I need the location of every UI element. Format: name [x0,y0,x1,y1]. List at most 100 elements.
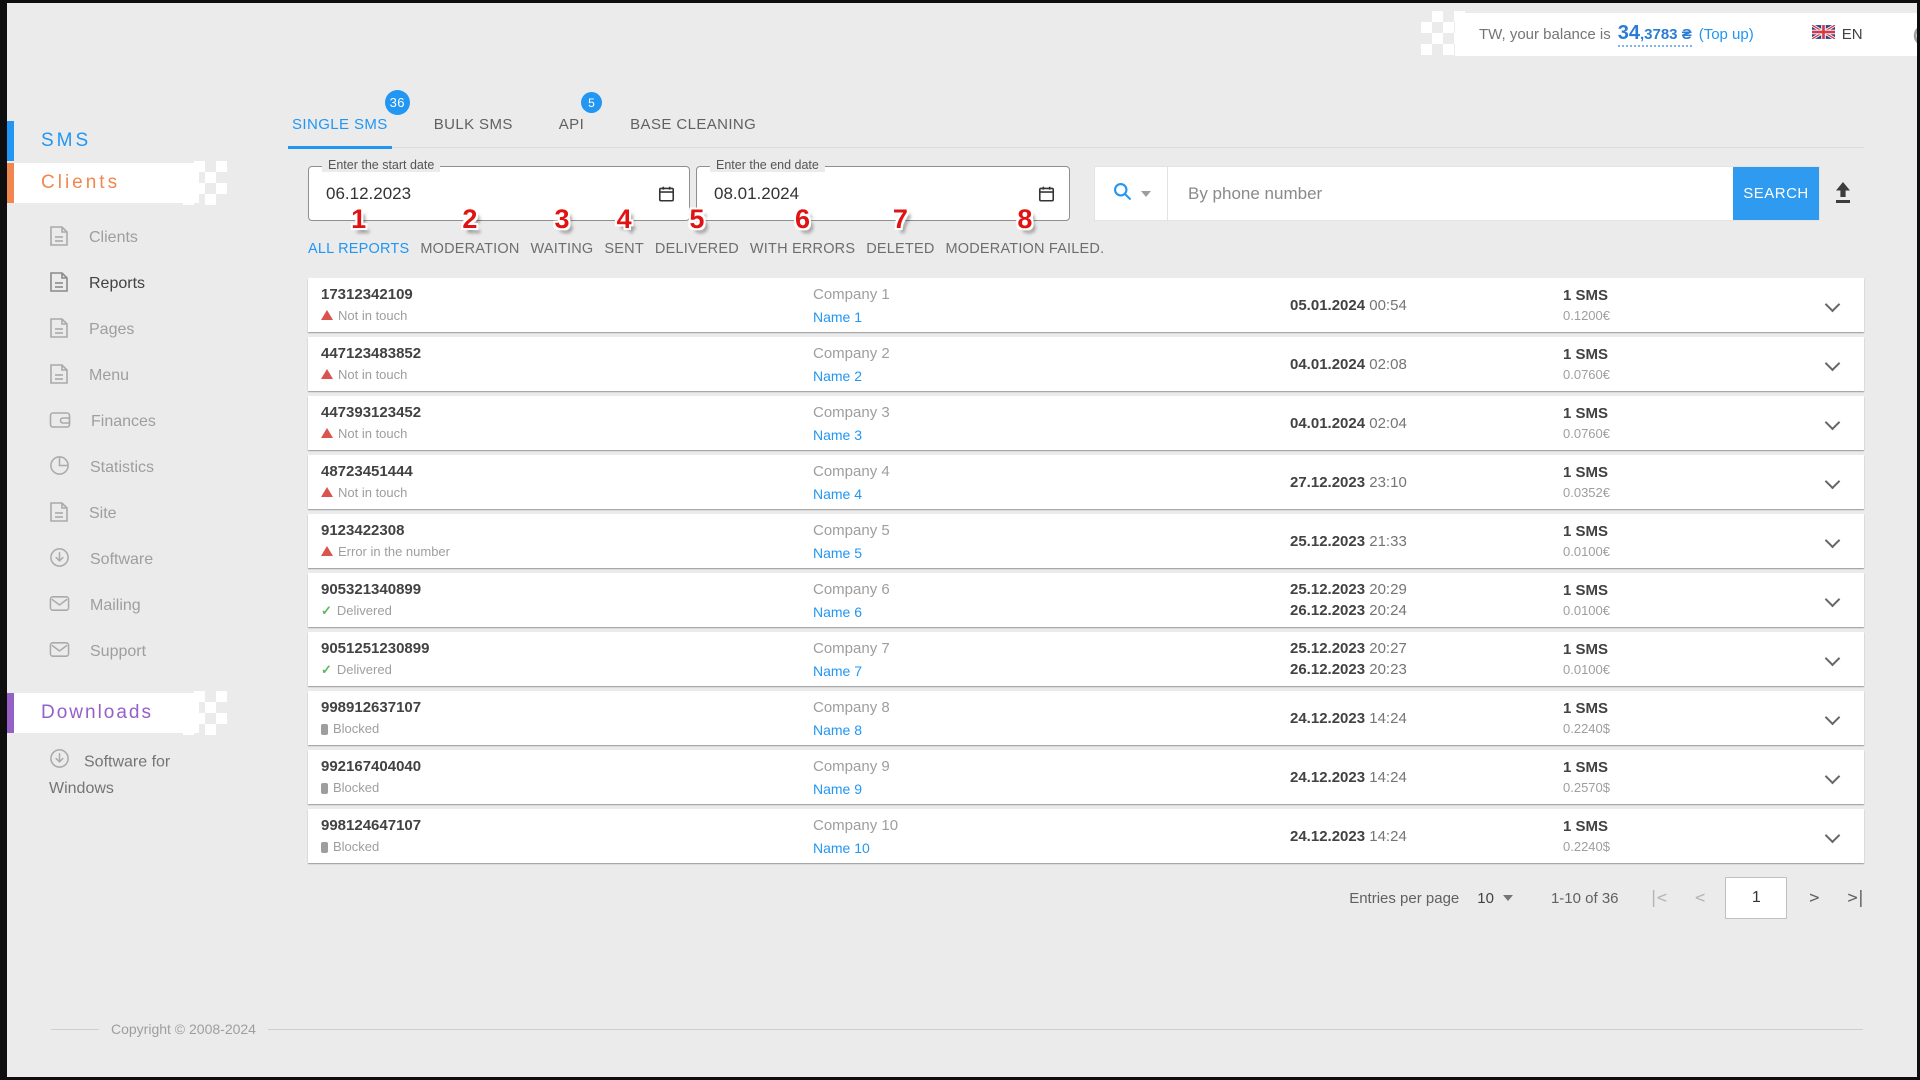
sms-count: 1 SMS [1563,346,1609,363]
sms-price: 0.0100€ [1563,662,1610,677]
expand-row-icon[interactable] [1824,473,1841,490]
sender-name-link[interactable]: Name 5 [813,543,862,563]
sidebar-item-finances[interactable]: Finances [7,399,302,445]
sender-name-link[interactable]: Name 1 [813,307,862,327]
tab-badge-count: 5 [581,92,603,113]
previous-page-button[interactable]: < [1695,888,1705,908]
time: 21:33 [1369,532,1407,550]
company-name: Company 4 [813,463,890,480]
document-icon [49,363,69,390]
logout-power-button[interactable] [1911,21,1917,48]
filter-link[interactable]: MODERATION FAILED. [946,241,1105,257]
sidebar-item-support[interactable]: Support [7,629,302,675]
per-page-dropdown[interactable]: 10 [1477,890,1513,907]
search-type-dropdown[interactable] [1095,167,1168,220]
table-row: 992167404040 Blocked Company 9 Name 9 24… [308,750,1864,804]
sidebar-item-software[interactable]: Software [7,537,302,583]
status-text: Not in touch [338,367,408,382]
sender-name-link[interactable]: Name 3 [813,425,862,445]
tab-bar: SINGLE SMS 36 BULK SMS API 5 BASE CLEANI… [288,90,758,149]
tab-base-cleaning[interactable]: BASE CLEANING [628,101,758,148]
tab-api[interactable]: API 5 [557,92,603,148]
sidebar-item-software-for-windows[interactable]: Software for Windows [7,748,207,801]
download-circle-icon [49,547,70,573]
filter-link[interactable]: WAITING [531,241,594,257]
filter-link[interactable]: DELETED [866,241,934,257]
tab-badge-count: 36 [384,90,410,115]
expand-row-icon[interactable] [1824,827,1841,844]
language-label: EN [1841,26,1863,43]
filter-link[interactable]: MODERATION [420,241,519,257]
status-text: Blocked [333,721,380,736]
warning-icon [321,546,333,556]
topbar: TW, your balance is 34,3783 ₴ (Top up) E… [1455,13,1917,56]
sidebar-item-statistics[interactable]: Statistics [7,445,302,491]
language-selector[interactable]: EN [1810,23,1863,44]
sidebar-section-sms[interactable]: SMS [7,121,207,161]
expand-row-icon[interactable] [1824,768,1841,785]
entries-per-page-label: Entries per page [1349,889,1460,907]
company-name: Company 9 [813,758,890,775]
sms-count: 1 SMS [1563,405,1609,422]
sender-name-link[interactable]: Name 9 [813,779,862,799]
sidebar-item-pages[interactable]: Pages [7,307,302,353]
expand-row-icon[interactable] [1824,296,1841,313]
next-page-button[interactable]: > [1809,888,1819,908]
search-icon [1112,181,1133,207]
last-page-button[interactable]: >| [1848,888,1867,908]
expand-row-icon[interactable] [1824,591,1841,608]
sidebar-item-clients[interactable]: Clients [7,215,302,261]
wallet-icon [49,410,71,435]
sender-name-link[interactable]: Name 4 [813,484,862,504]
app-background: TW, your balance is 34,3783 ₴ (Top up) E… [7,3,1917,1077]
filter-link[interactable]: SENT [604,241,643,257]
filter-link[interactable]: DELIVERED [655,241,739,257]
tab-label: API [558,116,585,133]
company-name: Company 2 [813,345,890,362]
balance-link[interactable]: 34,3783 ₴ [1617,22,1692,47]
sidebar-section-clients[interactable]: Clients [7,163,207,203]
document-icon [49,317,69,344]
tab-label: SINGLE SMS [292,116,388,133]
check-icon: ✓ [321,662,332,677]
sender-name-link[interactable]: Name 10 [813,838,870,858]
current-page-input[interactable] [1725,877,1788,919]
date: 24.12.2023 [1290,827,1366,845]
expand-row-icon[interactable] [1824,355,1841,372]
phone-number: 447393123452 [321,404,422,421]
balance-prefix: TW, your balance is [1479,26,1611,43]
sidebar-item-site[interactable]: Site [7,491,302,537]
tab-bulk-sms[interactable]: BULK SMS [432,101,515,148]
filter-link[interactable]: ALL REPORTS [308,241,409,257]
sender-name-link[interactable]: Name 7 [813,661,862,681]
sms-count: 1 SMS [1563,582,1609,599]
download-circle-icon [49,749,70,773]
export-upload-icon[interactable] [1831,180,1855,209]
sender-name-link[interactable]: Name 2 [813,366,862,386]
sidebar-section-downloads[interactable]: Downloads [7,693,207,733]
top-up-link[interactable]: (Top up) [1699,26,1754,43]
date: 25.12.2023 [1290,640,1366,657]
annotation-number: 7 [892,204,908,234]
sidebar-item-menu[interactable]: Menu [7,353,302,399]
sidebar-item-label: Reports [89,275,146,292]
company-name: Company 10 [813,817,899,834]
sender-name-link[interactable]: Name 6 [813,602,862,622]
tab-single-sms[interactable]: SINGLE SMS 36 [288,90,410,149]
expand-row-icon[interactable] [1824,709,1841,726]
sms-count: 1 SMS [1563,287,1609,304]
filter-with-errors: 6 WITH ERRORS [750,203,855,257]
sender-name-link[interactable]: Name 8 [813,720,862,740]
expand-row-icon[interactable] [1824,650,1841,667]
sidebar-item-mailing[interactable]: Mailing [7,583,302,629]
sidebar-item-reports[interactable]: Reports [7,261,302,307]
date: 26.12.2023 [1290,661,1366,678]
search-button[interactable]: SEARCH [1733,167,1819,220]
first-page-button[interactable]: |< [1649,888,1668,908]
filter-link[interactable]: WITH ERRORS [750,241,855,257]
expand-row-icon[interactable] [1824,414,1841,431]
document-icon [49,271,69,298]
expand-row-icon[interactable] [1824,532,1841,549]
search-input[interactable] [1168,167,1733,220]
status-text: Blocked [333,839,380,854]
